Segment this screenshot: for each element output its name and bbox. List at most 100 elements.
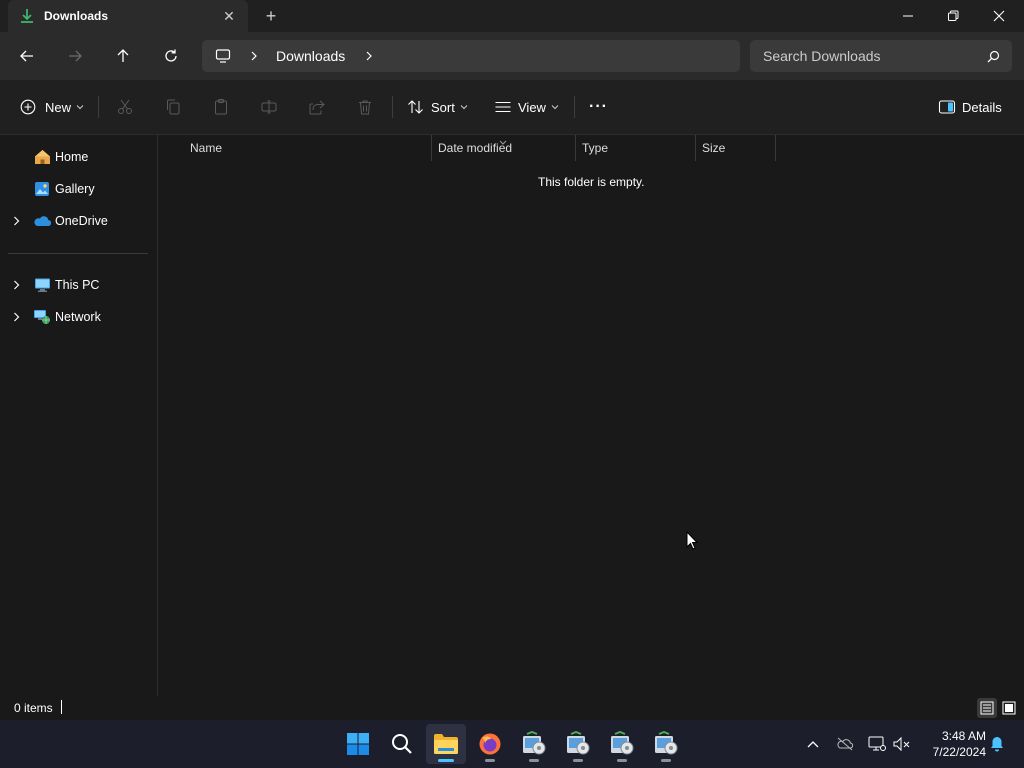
see-more-button[interactable]: ··· xyxy=(589,93,608,121)
column-label: Type xyxy=(582,141,609,155)
taskbar-file-explorer[interactable] xyxy=(426,724,466,764)
refresh-button[interactable] xyxy=(155,40,187,72)
sidebar-item-label: This PC xyxy=(55,278,100,292)
separator xyxy=(574,96,575,118)
clock-time: 3:48 AM xyxy=(941,729,986,743)
volume-tray-button[interactable] xyxy=(890,732,914,756)
view-label: View xyxy=(518,99,546,115)
paste-button[interactable] xyxy=(212,93,230,121)
delete-button[interactable] xyxy=(356,93,374,121)
search-icon[interactable] xyxy=(980,50,1006,63)
command-bar: New Sort View ··· Details xyxy=(0,80,1024,135)
column-header-date-modified[interactable]: Date modified xyxy=(438,135,574,161)
copy-button[interactable] xyxy=(164,93,182,121)
sidebar-item-this-pc[interactable]: This PC xyxy=(0,271,158,299)
share-button[interactable] xyxy=(308,93,326,121)
running-indicator xyxy=(485,759,495,762)
column-header-name[interactable]: Name xyxy=(190,135,430,161)
start-icon xyxy=(347,733,369,755)
column-label: Size xyxy=(702,141,726,155)
taskbar-firefox[interactable] xyxy=(470,724,510,764)
new-button[interactable]: New xyxy=(20,93,84,121)
separator xyxy=(392,96,393,118)
new-tab-button[interactable]: + xyxy=(258,3,284,29)
onedrive-offline-icon xyxy=(837,737,854,751)
details-pane-icon xyxy=(938,100,956,114)
column-header-type[interactable]: Type xyxy=(582,135,694,161)
sidebar-divider xyxy=(8,253,148,254)
tab-downloads[interactable]: Downloads ✕ xyxy=(8,0,248,32)
installer-icon xyxy=(567,731,590,755)
chevron-right-icon[interactable] xyxy=(359,51,379,61)
file-explorer-icon xyxy=(434,734,458,754)
start-button[interactable] xyxy=(338,724,378,764)
forward-button[interactable] xyxy=(59,40,91,72)
address-bar[interactable]: Downloads xyxy=(202,40,740,72)
restore-button[interactable] xyxy=(930,0,976,32)
search-input[interactable] xyxy=(750,40,980,72)
taskbar-installer-4[interactable] xyxy=(646,724,686,764)
minimize-button[interactable] xyxy=(885,0,931,32)
column-resize-handle[interactable] xyxy=(695,135,696,161)
this-pc-icon xyxy=(33,276,51,294)
up-button[interactable] xyxy=(107,40,139,72)
sidebar-item-gallery[interactable]: Gallery xyxy=(0,175,158,203)
taskbar: 3:48 AM 7/22/2024 xyxy=(0,720,1024,768)
sidebar-item-label: OneDrive xyxy=(55,214,108,228)
notifications-button[interactable] xyxy=(985,732,1009,756)
sidebar-item-network[interactable]: Network xyxy=(0,303,158,331)
column-resize-handle[interactable] xyxy=(431,135,432,161)
sidebar-item-label: Gallery xyxy=(55,182,95,196)
taskbar-installer-1[interactable] xyxy=(514,724,554,764)
show-hidden-icons-button[interactable] xyxy=(801,732,825,756)
breadcrumb-downloads[interactable]: Downloads xyxy=(276,48,345,64)
network-status-icon xyxy=(868,736,886,751)
installer-icon xyxy=(611,731,634,755)
large-icons-view-icon xyxy=(1002,701,1016,715)
network-tray-button[interactable] xyxy=(865,732,889,756)
home-icon xyxy=(33,148,51,166)
sidebar-item-onedrive[interactable]: OneDrive xyxy=(0,207,158,235)
paste-icon xyxy=(215,99,227,115)
sidebar-item-home[interactable]: Home xyxy=(0,143,158,171)
taskbar-installer-2[interactable] xyxy=(558,724,598,764)
details-pane-button[interactable]: Details xyxy=(938,93,1002,121)
chevron-right-icon[interactable] xyxy=(10,280,22,290)
empty-folder-text: This folder is empty. xyxy=(538,175,645,189)
trash-icon xyxy=(359,100,371,115)
this-pc-icon[interactable] xyxy=(212,45,234,67)
details-view-icon xyxy=(980,701,994,715)
onedrive-tray-button[interactable] xyxy=(833,732,857,756)
restore-icon xyxy=(948,10,959,21)
back-button[interactable] xyxy=(11,40,43,72)
details-view-toggle[interactable] xyxy=(977,698,997,718)
close-icon xyxy=(993,10,1005,22)
taskbar-installer-3[interactable] xyxy=(602,724,642,764)
arrow-up-icon xyxy=(117,49,129,62)
search-box[interactable] xyxy=(750,40,1012,72)
cut-button[interactable] xyxy=(116,93,134,121)
sort-button[interactable]: Sort xyxy=(407,93,468,121)
chevron-right-icon[interactable] xyxy=(10,312,22,322)
column-header-size[interactable]: Size xyxy=(702,135,774,161)
column-resize-handle[interactable] xyxy=(575,135,576,161)
sidebar-item-label: Home xyxy=(55,150,89,164)
system-clock[interactable]: 3:48 AM 7/22/2024 xyxy=(920,728,986,760)
view-button[interactable]: View xyxy=(494,93,559,121)
chevron-right-icon[interactable] xyxy=(244,51,264,61)
minimize-icon xyxy=(903,15,913,17)
sidebar-item-label: Network xyxy=(55,310,101,324)
tiles-view-toggle[interactable] xyxy=(999,698,1019,718)
taskbar-search-button[interactable] xyxy=(382,724,422,764)
close-window-button[interactable] xyxy=(976,0,1022,32)
file-list[interactable]: Name Date modified Type Size This folder… xyxy=(159,135,1024,696)
rename-button[interactable] xyxy=(260,93,278,121)
status-bar: 0 items xyxy=(0,696,1024,720)
chevron-right-icon[interactable] xyxy=(10,216,22,226)
title-bar: Downloads ✕ + xyxy=(0,0,1024,32)
column-resize-handle[interactable] xyxy=(775,135,776,161)
tab-close-button[interactable]: ✕ xyxy=(216,3,242,29)
network-icon xyxy=(33,308,51,326)
column-label: Date modified xyxy=(438,141,513,155)
sort-icon xyxy=(408,100,423,114)
